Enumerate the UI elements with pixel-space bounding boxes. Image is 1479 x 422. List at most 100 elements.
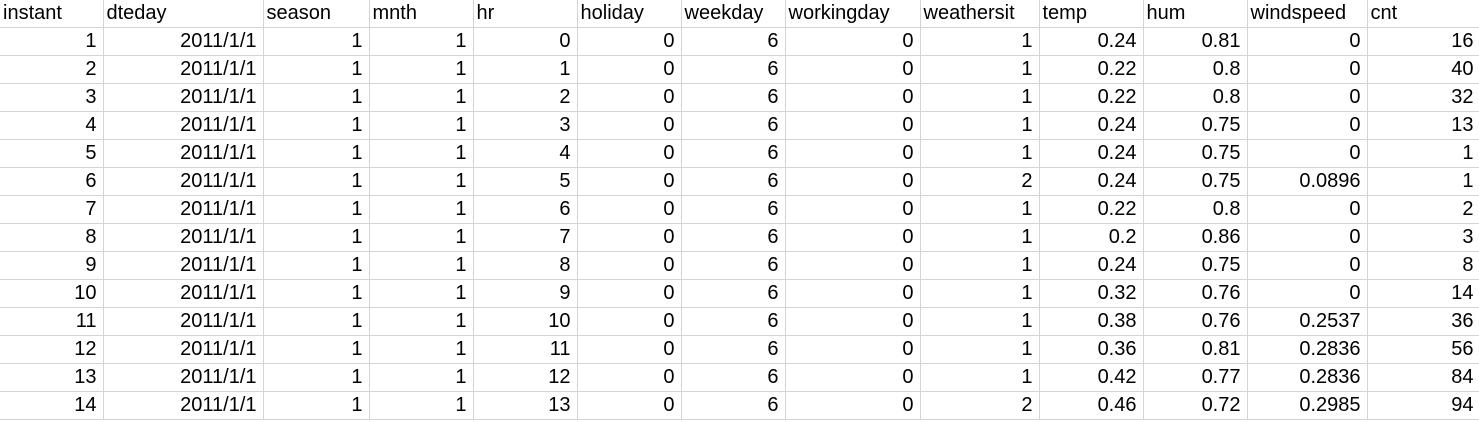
cell-cnt[interactable]: 84 [1367,363,1479,392]
cell-weekday[interactable]: 6 [681,363,786,392]
cell-windspeed[interactable]: 0.2836 [1247,363,1368,392]
cell-workingday[interactable]: 0 [785,335,921,364]
cell-temp[interactable]: 0.46 [1039,391,1144,420]
cell-hr[interactable]: 13 [473,391,578,420]
cell-dteday[interactable]: 2011/1/1 [103,223,264,252]
cell-workingday[interactable]: 0 [785,195,921,224]
cell-workingday[interactable]: 0 [785,111,921,140]
cell-season[interactable]: 1 [263,111,370,140]
cell-hr[interactable]: 11 [473,335,578,364]
cell-instant[interactable]: 3 [0,83,104,112]
cell-temp[interactable]: 0.32 [1039,279,1144,308]
cell-windspeed[interactable]: 0 [1247,55,1368,84]
column-header-instant[interactable]: instant [0,0,104,28]
cell-mnth[interactable]: 1 [369,391,474,420]
cell-season[interactable]: 1 [263,251,370,280]
cell-season[interactable]: 1 [263,195,370,224]
cell-mnth[interactable]: 1 [369,223,474,252]
cell-weathersit[interactable]: 1 [920,111,1040,140]
cell-weathersit[interactable]: 1 [920,139,1040,168]
cell-weekday[interactable]: 6 [681,139,786,168]
cell-season[interactable]: 1 [263,55,370,84]
cell-workingday[interactable]: 0 [785,391,921,420]
cell-weekday[interactable]: 6 [681,167,786,196]
cell-mnth[interactable]: 1 [369,279,474,308]
column-header-workingday[interactable]: workingday [785,0,921,28]
cell-hum[interactable]: 0.75 [1143,251,1248,280]
cell-mnth[interactable]: 1 [369,335,474,364]
cell-windspeed[interactable]: 0 [1247,111,1368,140]
cell-mnth[interactable]: 1 [369,167,474,196]
cell-season[interactable]: 1 [263,335,370,364]
column-header-hum[interactable]: hum [1143,0,1248,28]
cell-dteday[interactable]: 2011/1/1 [103,251,264,280]
cell-weekday[interactable]: 6 [681,251,786,280]
column-header-temp[interactable]: temp [1039,0,1144,28]
cell-holiday[interactable]: 0 [577,27,682,56]
cell-season[interactable]: 1 [263,27,370,56]
cell-instant[interactable]: 14 [0,391,104,420]
cell-weathersit[interactable]: 1 [920,55,1040,84]
column-header-weekday[interactable]: weekday [681,0,786,28]
cell-dteday[interactable]: 2011/1/1 [103,167,264,196]
cell-weathersit[interactable]: 2 [920,167,1040,196]
cell-holiday[interactable]: 0 [577,307,682,336]
column-header-windspeed[interactable]: windspeed [1247,0,1368,28]
cell-cnt[interactable]: 32 [1367,83,1479,112]
cell-season[interactable]: 1 [263,307,370,336]
cell-temp[interactable]: 0.22 [1039,83,1144,112]
cell-instant[interactable]: 1 [0,27,104,56]
cell-cnt[interactable]: 2 [1367,195,1479,224]
cell-hr[interactable]: 8 [473,251,578,280]
cell-weekday[interactable]: 6 [681,195,786,224]
cell-season[interactable]: 1 [263,279,370,308]
cell-weekday[interactable]: 6 [681,111,786,140]
cell-hr[interactable]: 10 [473,307,578,336]
cell-windspeed[interactable]: 0 [1247,83,1368,112]
cell-windspeed[interactable]: 0.2985 [1247,391,1368,420]
cell-windspeed[interactable]: 0.0896 [1247,167,1368,196]
cell-holiday[interactable]: 0 [577,195,682,224]
cell-season[interactable]: 1 [263,83,370,112]
cell-windspeed[interactable]: 0 [1247,223,1368,252]
cell-hr[interactable]: 2 [473,83,578,112]
cell-dteday[interactable]: 2011/1/1 [103,83,264,112]
cell-weekday[interactable]: 6 [681,391,786,420]
cell-dteday[interactable]: 2011/1/1 [103,27,264,56]
cell-holiday[interactable]: 0 [577,83,682,112]
cell-weathersit[interactable]: 1 [920,223,1040,252]
cell-holiday[interactable]: 0 [577,335,682,364]
cell-hum[interactable]: 0.86 [1143,223,1248,252]
cell-temp[interactable]: 0.42 [1039,363,1144,392]
cell-cnt[interactable]: 16 [1367,27,1479,56]
column-header-holiday[interactable]: holiday [577,0,682,28]
cell-workingday[interactable]: 0 [785,167,921,196]
cell-instant[interactable]: 11 [0,307,104,336]
cell-instant[interactable]: 9 [0,251,104,280]
cell-weathersit[interactable]: 1 [920,307,1040,336]
cell-hum[interactable]: 0.76 [1143,279,1248,308]
column-header-season[interactable]: season [263,0,370,28]
cell-season[interactable]: 1 [263,223,370,252]
cell-holiday[interactable]: 0 [577,223,682,252]
cell-holiday[interactable]: 0 [577,111,682,140]
cell-instant[interactable]: 6 [0,167,104,196]
cell-dteday[interactable]: 2011/1/1 [103,111,264,140]
cell-season[interactable]: 1 [263,391,370,420]
cell-mnth[interactable]: 1 [369,83,474,112]
cell-weekday[interactable]: 6 [681,83,786,112]
cell-hum[interactable]: 0.81 [1143,27,1248,56]
cell-mnth[interactable]: 1 [369,111,474,140]
cell-workingday[interactable]: 0 [785,279,921,308]
cell-instant[interactable]: 2 [0,55,104,84]
cell-windspeed[interactable]: 0.2537 [1247,307,1368,336]
column-header-dteday[interactable]: dteday [103,0,264,28]
cell-weathersit[interactable]: 1 [920,363,1040,392]
column-header-weathersit[interactable]: weathersit [920,0,1040,28]
cell-instant[interactable]: 5 [0,139,104,168]
cell-cnt[interactable]: 40 [1367,55,1479,84]
cell-holiday[interactable]: 0 [577,139,682,168]
cell-season[interactable]: 1 [263,139,370,168]
cell-temp[interactable]: 0.22 [1039,55,1144,84]
cell-cnt[interactable]: 14 [1367,279,1479,308]
